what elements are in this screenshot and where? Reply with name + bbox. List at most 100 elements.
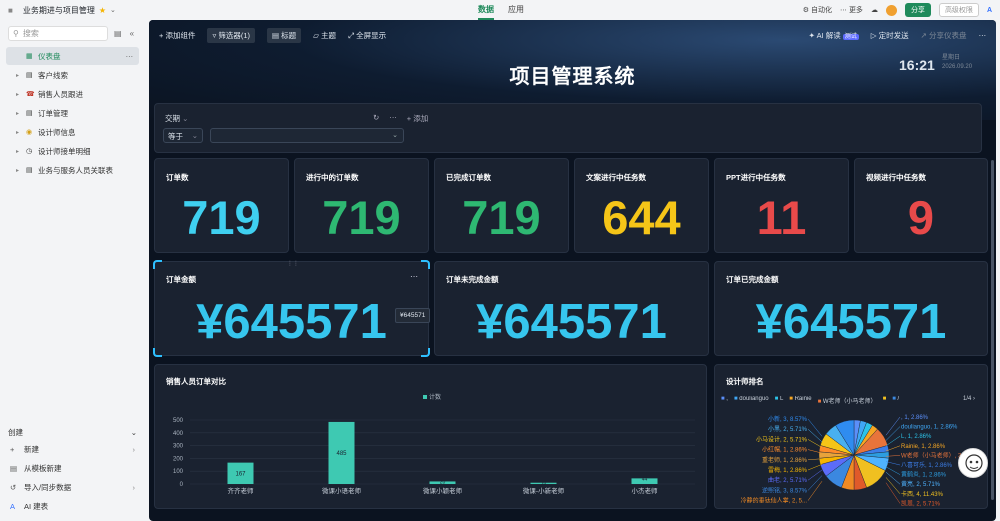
expand-arrow-icon[interactable]: ▸ xyxy=(16,129,26,136)
schedule-send-button[interactable]: ▷ 定时发送 xyxy=(871,30,909,41)
create-section: 创建 ⌄ + 新建 › ▤ 从模板新建 ↺ 导入/同步数据 › A AI 建表 xyxy=(0,424,145,516)
automation-button[interactable]: ⚙ 自动化 xyxy=(803,5,832,15)
title-button[interactable]: ▤ 标题 xyxy=(267,27,302,43)
tab-data[interactable]: 数据 xyxy=(478,0,494,20)
chevron-down-icon: ⌄ xyxy=(182,114,189,123)
layout-icon[interactable]: ▤ xyxy=(114,29,122,38)
date: 2026.09.20 xyxy=(942,64,973,70)
chevron-down-icon[interactable]: ⌄ xyxy=(110,6,116,14)
filter-field-label[interactable]: 交期 ⌄ xyxy=(165,113,188,124)
pie-label-line xyxy=(885,466,901,475)
kpi-value: 719 xyxy=(462,191,541,244)
filter-tools: ↻ ⋯ + 添加 xyxy=(373,113,428,124)
pie-label-line xyxy=(885,435,901,446)
tab-apps[interactable]: 应用 xyxy=(508,0,524,20)
drag-handle-icon[interactable]: ⋮⋮ xyxy=(287,260,299,267)
more-icon[interactable]: ⋯ xyxy=(389,113,397,124)
ai-label: AI 解读 xyxy=(816,30,841,40)
sidebar-item-dashboard[interactable]: ▦ 仪表盘 ⋯ xyxy=(6,47,139,65)
sidebar-item-leads[interactable]: ▸ ▤ 客户线索 xyxy=(6,66,139,84)
kpi-card-order-count[interactable]: 订单数 719 xyxy=(154,158,289,253)
bar-value-label: 10 xyxy=(541,481,547,487)
kpi-card-in-progress-orders[interactable]: 进行中的订单数 719 xyxy=(294,158,429,253)
cloud-icon[interactable]: ☁ xyxy=(871,6,878,14)
legend-swatch xyxy=(423,395,427,399)
theme-button[interactable]: ▱ 主题 xyxy=(313,30,336,41)
create-new-button[interactable]: + 新建 › xyxy=(0,440,145,459)
search-placeholder: 搜索 xyxy=(22,29,39,38)
filter-button[interactable]: ▿ 筛选器(1) xyxy=(207,27,255,43)
add-filter-button[interactable]: + 添加 xyxy=(407,113,428,124)
expand-arrow-icon[interactable]: ▸ xyxy=(16,148,26,155)
kpi-card-video-tasks[interactable]: 视频进行中任务数 9 xyxy=(854,158,988,253)
more-button[interactable]: ⋯ 更多 xyxy=(840,5,863,15)
bar-chart-panel[interactable]: 销售人员订单对比 0 100 200 300 400 500 计数 167 齐齐老师 485 微课小… xyxy=(154,364,707,509)
expand-arrow-icon[interactable]: ▸ xyxy=(16,72,26,79)
more-icon[interactable]: ⋯ xyxy=(979,31,987,40)
x-tick-label: 小杰老师 xyxy=(632,486,659,495)
create-header[interactable]: 创建 ⌄ xyxy=(0,424,145,440)
sidebar-item-orders[interactable]: ▸ ▤ 订单管理 xyxy=(6,104,139,122)
base-title[interactable]: 业务期进与项目管理 xyxy=(23,5,95,16)
sidebar-item-designers[interactable]: ▸ ◉ 设计师信息 xyxy=(6,123,139,141)
pie-chart-panel[interactable]: 设计师排名 ■ , ■ doulianguo ■ L ■ Rainie ■ W老… xyxy=(714,364,988,509)
scrollbar[interactable] xyxy=(991,160,994,500)
share-dashboard-button[interactable]: ↗ 分享仪表盘 xyxy=(921,30,967,41)
search-icon: ⚲ xyxy=(13,29,19,38)
sidebar-item-sales-followup[interactable]: ▸ ☎ 销售人员跟进 xyxy=(6,85,139,103)
pie-label: W老师（小马老师）, 3... xyxy=(901,451,967,459)
amount-card-total[interactable]: 订单金额 ⋯ ⋮⋮ ¥645571 xyxy=(153,260,430,357)
more-icon[interactable]: ⋯ xyxy=(410,272,418,281)
y-tick-label: 300 xyxy=(173,444,184,450)
chevron-down-icon[interactable]: ⌄ xyxy=(131,428,137,437)
kpi-card-completed-orders[interactable]: 已完成订单数 719 xyxy=(434,158,569,253)
kpi-label: 进行中的订单数 xyxy=(306,173,359,182)
toolbar-right: ✦ AI 解读 测试 ▷ 定时发送 ↗ 分享仪表盘 ⋯ xyxy=(809,30,986,41)
fullscreen-label: 全屏显示 xyxy=(356,30,387,40)
pie-label-line xyxy=(807,469,823,481)
x-tick-label: 微课-小新老师 xyxy=(523,486,565,495)
pie-chart: 小新, 3, 8.57% 小黑, 2, 5.71% 小马设计, 2, 5.71% 小红… xyxy=(741,415,967,507)
add-widget-button[interactable]: + 添加组件 xyxy=(159,30,195,41)
expand-arrow-icon[interactable]: ▸ xyxy=(16,110,26,117)
selection-corner xyxy=(421,260,430,269)
filter-value-select[interactable]: ⌄ xyxy=(210,128,404,143)
amount-card-unfinished[interactable]: 订单未完成金额 ¥645571 xyxy=(434,261,709,356)
bar-chart: 0 100 200 300 400 500 计数 167 齐齐老师 485 微课小语老师 20微课小颖… xyxy=(173,393,695,495)
sidebar-item-designer-orders[interactable]: ▸ ◷ 设计师接单明细 xyxy=(6,142,139,160)
search-input[interactable]: ⚲ 搜索 xyxy=(8,26,108,41)
more-icon[interactable]: ⋯ xyxy=(126,52,134,61)
pie-label: doulianguo, 1, 2.86% xyxy=(901,425,958,431)
amount-card-finished[interactable]: 订单已完成金额 ¥645571 xyxy=(714,261,988,356)
collapse-sidebar-icon[interactable]: « xyxy=(130,29,134,38)
dashboard-icon: ▦ xyxy=(26,53,33,60)
amount-value: ¥645571 xyxy=(755,295,947,349)
sidebar-tools: ▤ « xyxy=(114,29,134,38)
create-item-label: AI 建表 xyxy=(24,502,49,511)
x-tick-label: 齐齐老师 xyxy=(228,486,255,495)
create-item-label: 导入/同步数据 xyxy=(24,483,72,492)
refresh-icon[interactable]: ↻ xyxy=(373,113,379,124)
assistant-bot-icon[interactable] xyxy=(958,448,988,478)
star-icon[interactable]: ★ xyxy=(99,6,106,15)
advanced-permission-button[interactable]: 高级权限 xyxy=(938,3,979,17)
pie-label: , 1, 2.86% xyxy=(901,415,929,421)
selection-corner xyxy=(153,260,162,269)
amount-label: 订单已完成金额 xyxy=(726,275,779,284)
add-widget-label: 添加组件 xyxy=(165,30,196,40)
expand-arrow-icon[interactable]: ▸ xyxy=(16,91,26,98)
kpi-card-ppt-tasks[interactable]: PPT进行中任务数 11 xyxy=(714,158,849,253)
operator-select[interactable]: 等于 ⌄ xyxy=(163,128,203,143)
pie-label: 雷梅, 1, 2.86% xyxy=(768,466,808,474)
fullscreen-button[interactable]: ⤢ 全屏显示 xyxy=(348,30,386,41)
sidebar-item-staff-relation[interactable]: ▸ ▤ 业务与服务人员关联表 xyxy=(6,161,139,179)
kpi-card-copywriting-tasks[interactable]: 文案进行中任务数 644 xyxy=(574,158,709,253)
share-button[interactable]: 分享 xyxy=(904,3,931,17)
ai-create-table-button[interactable]: A AI 建表 xyxy=(0,497,145,516)
create-from-template-button[interactable]: ▤ 从模板新建 xyxy=(0,459,145,478)
ai-insight-button[interactable]: ✦ AI 解读 测试 xyxy=(809,30,859,41)
avatar[interactable] xyxy=(885,4,897,16)
expand-arrow-icon[interactable]: ▸ xyxy=(16,167,26,174)
dashboard-title: 项目管理系统 xyxy=(509,66,636,88)
import-data-button[interactable]: ↺ 导入/同步数据 › xyxy=(0,478,145,497)
